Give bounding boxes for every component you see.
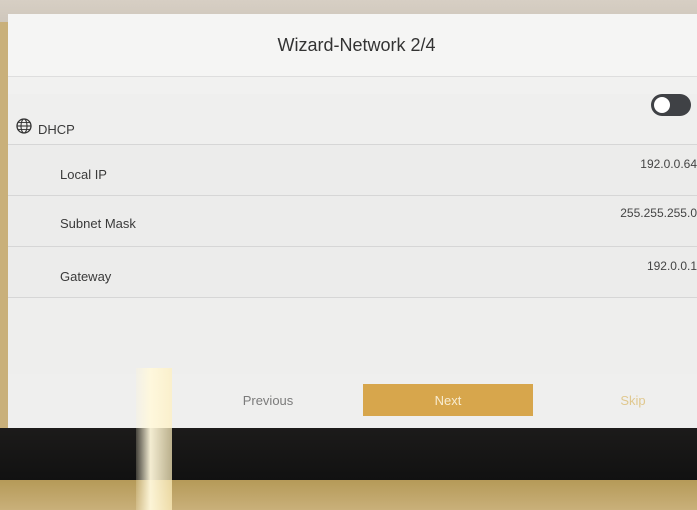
title-bar: Wizard-Network 2/4 <box>8 14 697 77</box>
dhcp-toggle[interactable] <box>651 94 691 116</box>
skip-button[interactable]: Skip <box>593 384 673 416</box>
content-empty-area <box>8 298 697 375</box>
local-ip-row[interactable]: Local IP 192.0.0.64 <box>8 145 697 196</box>
wizard-screen: Wizard-Network 2/4 DHCP Local IP 192.0.0… <box>8 14 697 428</box>
desk-surface <box>0 480 697 510</box>
subnet-mask-row[interactable]: Subnet Mask 255.255.255.0 <box>8 196 697 247</box>
dhcp-label: DHCP <box>38 122 75 137</box>
subnet-mask-value[interactable]: 255.255.255.0 <box>620 206 697 220</box>
gateway-value[interactable]: 192.0.0.1 <box>647 259 697 273</box>
local-ip-value[interactable]: 192.0.0.64 <box>640 157 697 171</box>
dhcp-row: DHCP <box>8 94 697 145</box>
gateway-row[interactable]: Gateway 192.0.0.1 <box>8 247 697 298</box>
page-title: Wizard-Network 2/4 <box>277 34 436 55</box>
device-bezel-bottom <box>0 428 697 480</box>
globe-icon <box>16 118 32 134</box>
previous-button[interactable]: Previous <box>213 384 323 416</box>
gateway-label: Gateway <box>60 269 112 284</box>
wizard-footer: Previous Next Skip <box>8 374 697 428</box>
next-button[interactable]: Next <box>363 384 533 416</box>
local-ip-label: Local IP <box>60 167 107 182</box>
subnet-mask-label: Subnet Mask <box>60 216 136 231</box>
dhcp-toggle-knob <box>654 97 670 113</box>
